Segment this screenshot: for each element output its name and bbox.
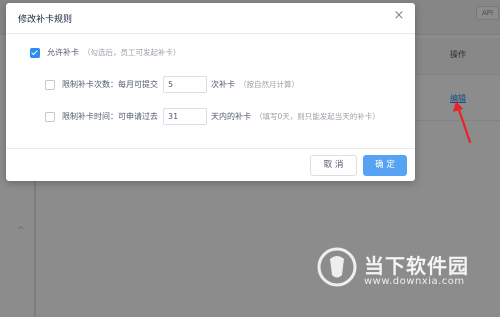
limit-count-row: 限制补卡次数：每月可提交 次补卡 （按自然月计算） — [45, 76, 299, 93]
limit-time-hint: （填写0天，则只能发起当天的补卡） — [255, 112, 380, 121]
cancel-button[interactable]: 取 消 — [310, 155, 357, 176]
allow-makeup-hint: （勾选后，员工可发起补卡） — [83, 48, 181, 57]
dialog-body: 允许补卡 （勾选后，员工可发起补卡） 限制补卡次数：每月可提交 次补卡 （按自然… — [6, 34, 415, 148]
limit-count-unit: 次补卡 — [211, 80, 235, 89]
limit-count-checkbox[interactable] — [45, 79, 55, 90]
limit-count-label[interactable]: 限制补卡次数：每月可提交 — [62, 79, 158, 90]
dialog-header: 修改补卡规则 × — [6, 3, 415, 34]
monthly-makeup-count-input[interactable] — [163, 76, 207, 93]
edit-makeup-rule-dialog: 修改补卡规则 × 允许补卡 （勾选后，员工可发起补卡） 限制补卡次数：每月可提交… — [6, 3, 415, 181]
limit-time-row: 限制补卡时间：可申请过去 天内的补卡 （填写0天，则只能发起当天的补卡） — [45, 108, 380, 125]
dialog-title: 修改补卡规则 — [18, 15, 73, 25]
past-days-input[interactable] — [163, 108, 207, 125]
allow-makeup-row: 允许补卡 （勾选后，员工可发起补卡） — [30, 47, 181, 58]
watermark-url: www.downxia.com — [364, 276, 465, 287]
close-icon[interactable]: × — [391, 8, 407, 24]
annotation-arrow-icon — [453, 101, 472, 144]
limit-time-unit: 天内的补卡 — [211, 112, 251, 121]
limit-time-checkbox[interactable] — [45, 111, 55, 122]
allow-makeup-label[interactable]: 允许补卡 — [47, 47, 79, 58]
dialog-footer: 取 消 确 定 — [6, 148, 415, 182]
watermark-logo-icon — [317, 247, 357, 287]
confirm-button[interactable]: 确 定 — [363, 155, 407, 176]
limit-time-label[interactable]: 限制补卡时间：可申请过去 — [62, 111, 158, 122]
limit-count-hint: （按自然月计算） — [239, 80, 299, 89]
allow-makeup-checkbox[interactable] — [30, 47, 40, 58]
watermark-text: 当下软件园 — [364, 254, 469, 278]
